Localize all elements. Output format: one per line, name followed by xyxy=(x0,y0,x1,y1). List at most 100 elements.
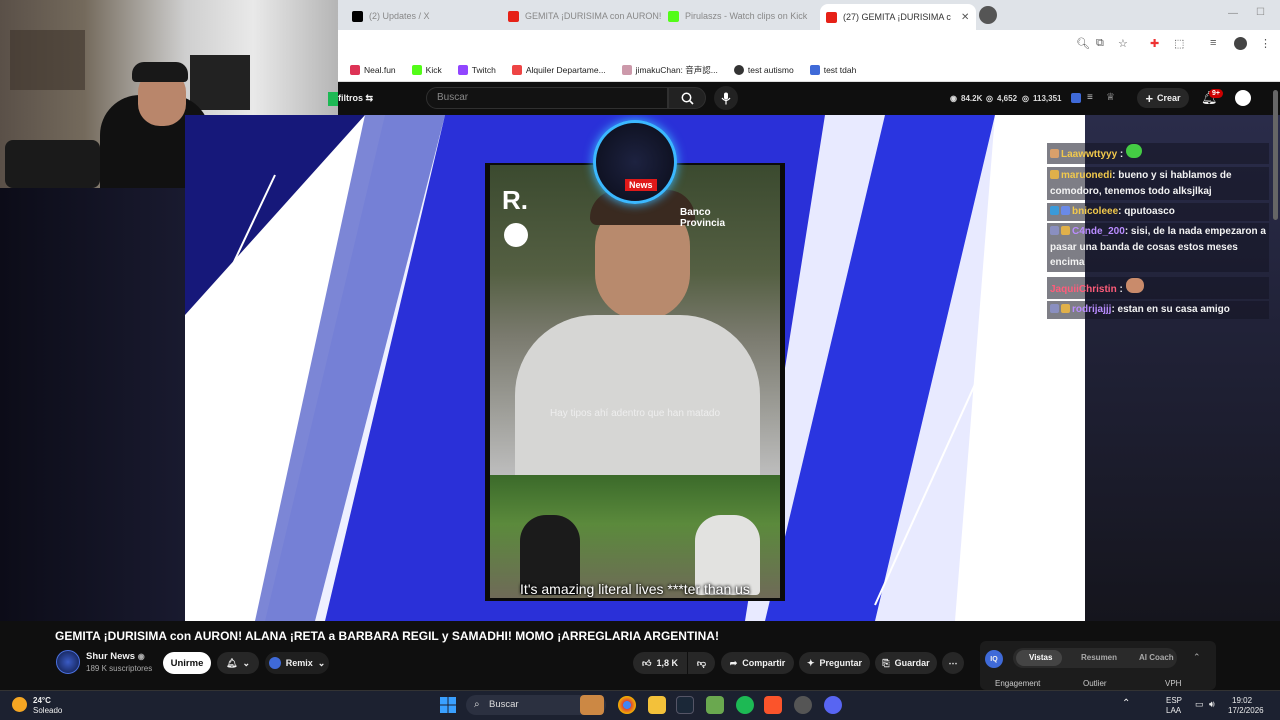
mic-button[interactable] xyxy=(714,86,738,110)
search-input[interactable]: Buscar xyxy=(426,87,668,109)
volume-icon[interactable]: 🔊︎ xyxy=(1209,699,1215,710)
chat-message: Laawwttyyy : xyxy=(1047,143,1269,164)
language-layout: LAA xyxy=(1166,706,1182,715)
scrollbar-thumb[interactable] xyxy=(1273,90,1278,220)
minimize-icon[interactable]: — xyxy=(1228,8,1238,19)
kick-icon xyxy=(411,64,422,75)
media-icon[interactable]: ≡ xyxy=(1210,37,1216,49)
more-button[interactable]: ⋯ xyxy=(942,652,964,674)
stat-views-icon: ◉ xyxy=(950,94,957,103)
menu-icon[interactable]: ⋮ xyxy=(1260,37,1271,50)
brave-icon[interactable] xyxy=(764,696,782,714)
dislike-button[interactable]: 👎︎ xyxy=(688,652,715,674)
maximize-icon[interactable]: ☐ xyxy=(1256,7,1265,18)
chat-message: maruonedi: bueno y si hablamos de comodo… xyxy=(1047,167,1269,200)
bookmark-item[interactable]: Neal.fun xyxy=(350,64,396,75)
extension-icon[interactable]: ✚ xyxy=(1150,37,1159,50)
x-icon xyxy=(352,10,363,22)
discord-icon[interactable] xyxy=(824,696,842,714)
new-tab-button[interactable] xyxy=(979,6,997,24)
sidebar-marker xyxy=(328,92,338,106)
clip-bottom-scene xyxy=(490,475,780,598)
like-button[interactable]: 👍︎ 1,8 K xyxy=(633,652,687,674)
language-indicator[interactable]: ESP xyxy=(1166,696,1182,705)
trophy-icon[interactable]: ♕ xyxy=(1106,92,1115,103)
chrome-icon[interactable] xyxy=(618,696,636,714)
star-icon[interactable]: ☆ xyxy=(1118,37,1128,50)
chevron-up-icon[interactable]: ⌃ xyxy=(1193,652,1201,663)
bookmark-item[interactable]: Twitch xyxy=(457,64,496,75)
iq-tab-summary[interactable]: Resumen xyxy=(1081,653,1117,662)
clock-time[interactable]: 19:02 xyxy=(1232,696,1252,705)
spotify-icon[interactable] xyxy=(736,696,754,714)
browser-tab[interactable]: GEMITA ¡DURISIMA con AURON! ✕ xyxy=(502,5,662,27)
youtube-icon xyxy=(508,10,519,22)
user-badge-icon xyxy=(1050,226,1059,235)
user-badge-icon xyxy=(1061,226,1070,235)
sun-icon xyxy=(12,697,27,712)
settings-icon[interactable] xyxy=(794,696,812,714)
bookmark-item[interactable]: Kick xyxy=(411,64,442,75)
browser-tabstrip: (2) Updates / X GEMITA ¡DURISIMA con AUR… xyxy=(338,0,1280,30)
notification-badge: 9+ xyxy=(1209,89,1223,98)
pin-icon xyxy=(511,64,522,75)
channel-avatar[interactable] xyxy=(56,650,80,674)
bookmark-icon xyxy=(809,64,820,75)
search-button[interactable] xyxy=(668,87,706,109)
chat-message: C4nde_200: sisi, de la nada empezaron a … xyxy=(1047,223,1269,272)
video-title: GEMITA ¡DURISIMA con AURON! ALANA ¡RETA … xyxy=(55,629,719,643)
browser-tab-active[interactable]: (27) GEMITA ¡DURISIMA con AURON! ✕ xyxy=(820,4,976,30)
iq-tab-ai-coach[interactable]: AI Coach xyxy=(1139,653,1174,662)
puzzle-icon[interactable]: ⬚ xyxy=(1174,37,1184,50)
browser-tab[interactable]: Pirulaszs - Watch clips on Kick xyxy=(662,5,818,27)
browser-toolbar: 🔍︎ ⧉ ☆ ✚ ⬚ ≡ ⋮ xyxy=(338,30,1280,58)
more-icon: ⋯ xyxy=(948,657,958,668)
user-badge-icon xyxy=(1050,170,1059,179)
minecraft-icon[interactable] xyxy=(706,696,724,714)
close-icon[interactable]: ✕ xyxy=(961,12,969,23)
bookmark-item[interactable]: test tdah xyxy=(809,64,856,75)
list-icon[interactable]: ≡ xyxy=(1087,92,1093,103)
chat-message: rodrijajjj: estan en su casa amigo xyxy=(1047,301,1269,319)
profile-avatar[interactable] xyxy=(1234,37,1247,50)
bookmark-item[interactable]: jimakuChan: 音声認... xyxy=(621,64,718,76)
bookmark-icon xyxy=(350,64,360,75)
iq-metric-label: Outlier xyxy=(1083,679,1107,688)
remix-button[interactable]: Remix ⌄ xyxy=(265,652,329,674)
iq-icon[interactable] xyxy=(1071,93,1081,103)
twitch-icon xyxy=(457,64,468,75)
subscribe-bell-button[interactable]: 🔔︎ ⌄ xyxy=(217,652,259,674)
windows-start-icon[interactable] xyxy=(440,697,456,713)
video-player[interactable]: R. Banco Provincia Hay tipos ahí adentro… xyxy=(185,115,1085,621)
chevron-up-icon[interactable]: ⌃ xyxy=(1122,698,1130,709)
bookmark-item[interactable]: test autismo xyxy=(733,64,794,75)
network-icon[interactable]: ▭ xyxy=(1195,699,1204,710)
create-button[interactable]: + Crear xyxy=(1137,88,1189,108)
share-icon: ➦ xyxy=(729,657,738,668)
user-badge-icon xyxy=(1050,304,1059,313)
iq-logo-icon: IQ xyxy=(985,650,1003,668)
search-icon xyxy=(681,92,694,105)
bookmark-item[interactable]: Alquiler Departame... xyxy=(511,64,606,75)
browser-tab[interactable]: (2) Updates / X xyxy=(346,5,502,27)
channel-name[interactable]: Shur News ◉ xyxy=(86,651,145,662)
emote-icon xyxy=(1126,144,1143,158)
save-button[interactable]: ⎘ Guardar xyxy=(875,652,937,674)
share-button[interactable]: ➦ Compartir xyxy=(721,652,794,674)
search-icon: ⌕ xyxy=(474,699,480,710)
weather-temp[interactable]: 24°C xyxy=(33,696,51,705)
spotify-icon xyxy=(504,223,528,247)
join-button[interactable]: Unirme xyxy=(163,652,211,674)
account-avatar[interactable] xyxy=(1235,90,1251,106)
page-background xyxy=(0,188,185,621)
zoom-icon[interactable]: 🔍︎ xyxy=(1076,37,1090,50)
folder-icon[interactable] xyxy=(648,696,666,714)
iq-tab-views[interactable]: Vistas xyxy=(1029,653,1052,662)
person-shirt xyxy=(515,315,760,475)
kick-icon xyxy=(668,10,679,22)
steam-icon[interactable] xyxy=(676,696,694,714)
cast-icon[interactable]: ⧉ xyxy=(1096,37,1104,50)
filters-button[interactable]: filtros ⇆ xyxy=(338,93,373,104)
globe-icon xyxy=(733,64,744,75)
ask-button[interactable]: ✦ Preguntar xyxy=(799,652,870,674)
